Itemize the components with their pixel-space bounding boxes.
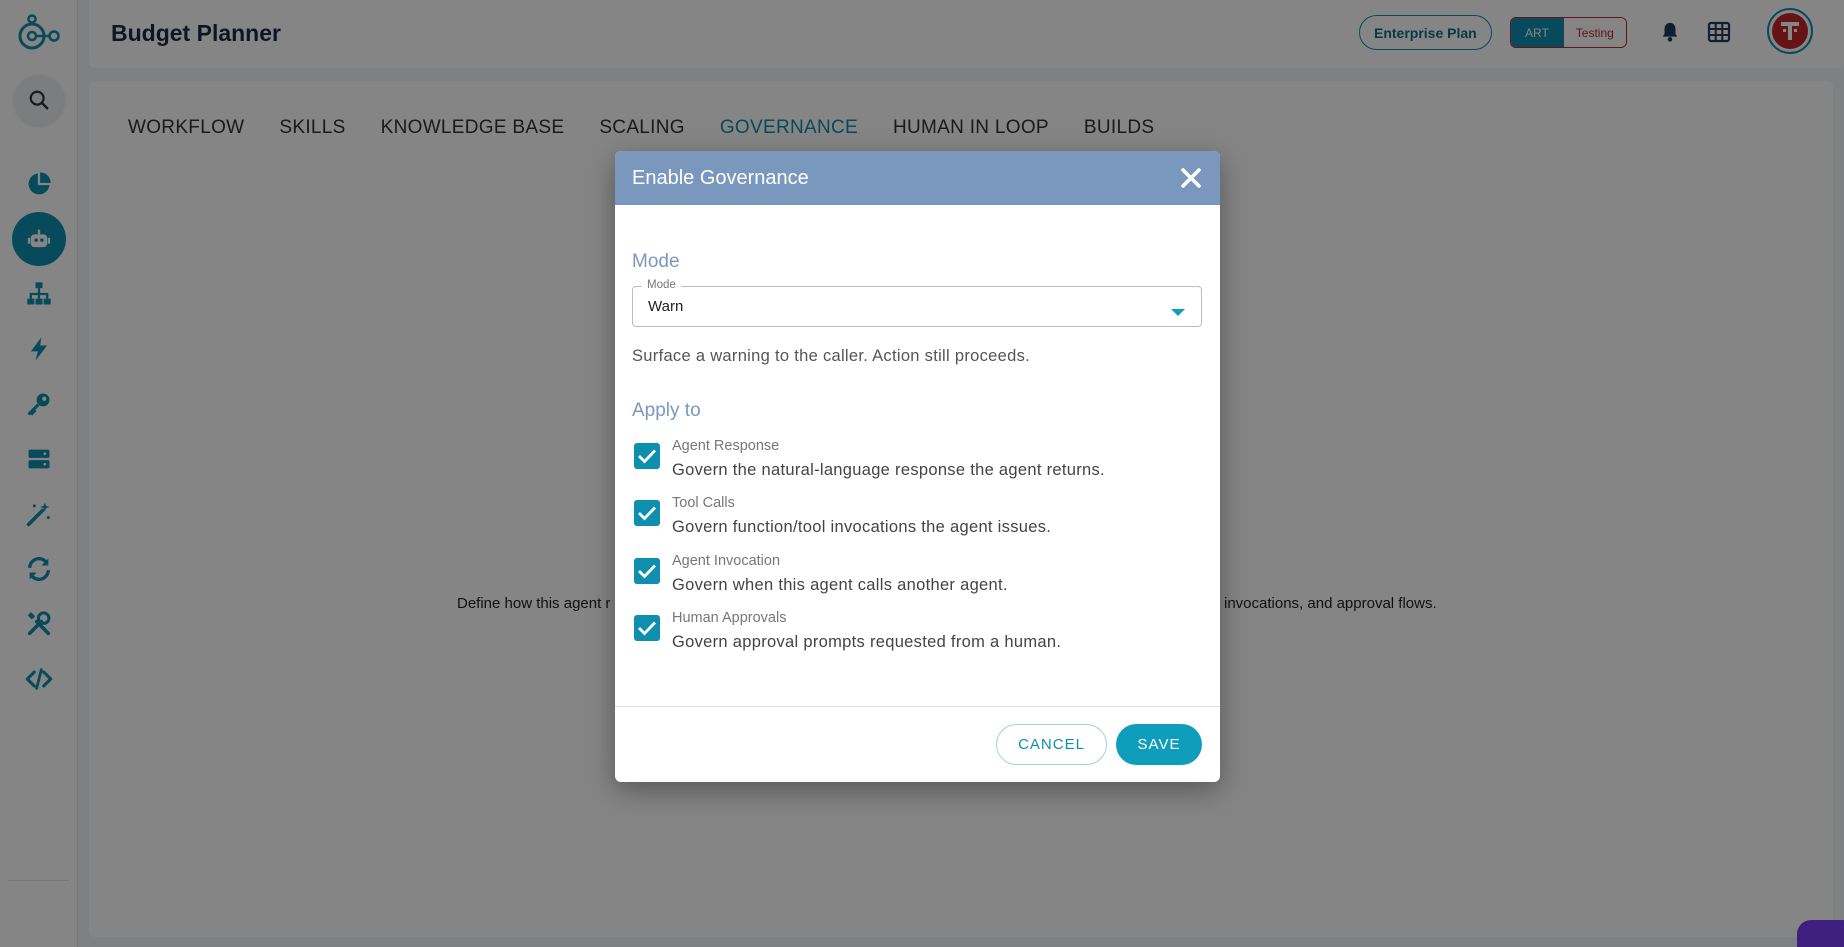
agent-response-checkbox[interactable] bbox=[634, 443, 660, 469]
checkmark-icon bbox=[638, 621, 657, 636]
save-button[interactable]: SAVE bbox=[1116, 724, 1202, 765]
apply-to-section-title: Apply to bbox=[632, 400, 701, 421]
mode-section-title: Mode bbox=[632, 251, 680, 272]
close-button[interactable] bbox=[1178, 165, 1204, 191]
agent-invocation-description: Govern when this agent calls another age… bbox=[672, 576, 1008, 594]
tool-calls-description: Govern function/tool invocations the age… bbox=[672, 518, 1052, 536]
agent-invocation-label: Agent Invocation bbox=[672, 553, 781, 569]
tool-calls-checkbox[interactable] bbox=[634, 500, 660, 526]
option-agent-response: Agent Response Govern the natural-langua… bbox=[632, 438, 1202, 488]
option-human-approvals: Human Approvals Govern approval prompts … bbox=[632, 610, 1202, 660]
chevron-down-icon bbox=[1171, 304, 1185, 322]
option-tool-calls: Tool Calls Govern function/tool invocati… bbox=[632, 495, 1202, 545]
mode-select-label: Mode bbox=[642, 279, 681, 291]
mode-select-value: Warn bbox=[648, 298, 684, 315]
agent-invocation-checkbox[interactable] bbox=[634, 558, 660, 584]
human-approvals-description: Govern approval prompts requested from a… bbox=[672, 633, 1062, 651]
mode-description: Surface a warning to the caller. Action … bbox=[632, 347, 1031, 365]
cancel-button[interactable]: CANCEL bbox=[996, 724, 1107, 765]
checkmark-icon bbox=[638, 506, 657, 521]
agent-response-label: Agent Response bbox=[672, 438, 780, 454]
enable-governance-dialog: Enable Governance Mode Mode Warn Surface… bbox=[615, 151, 1220, 782]
mode-select[interactable]: Mode Warn bbox=[632, 279, 1202, 327]
tool-calls-label: Tool Calls bbox=[672, 495, 735, 511]
option-agent-invocation: Agent Invocation Govern when this agent … bbox=[632, 553, 1202, 603]
dialog-title: Enable Governance bbox=[632, 166, 809, 189]
checkmark-icon bbox=[638, 449, 657, 464]
human-approvals-label: Human Approvals bbox=[672, 610, 787, 626]
close-icon bbox=[1181, 168, 1201, 188]
human-approvals-checkbox[interactable] bbox=[634, 615, 660, 641]
dialog-footer-divider bbox=[615, 706, 1220, 707]
checkmark-icon bbox=[638, 564, 657, 579]
dialog-header: Enable Governance bbox=[615, 151, 1220, 205]
agent-response-description: Govern the natural-language response the… bbox=[672, 461, 1105, 479]
